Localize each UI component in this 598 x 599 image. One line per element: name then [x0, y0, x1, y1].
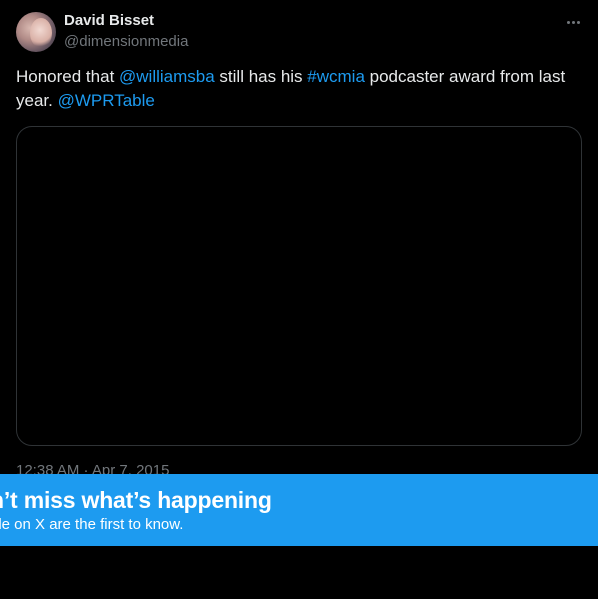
- mention-link[interactable]: @WPRTable: [58, 91, 155, 110]
- display-name[interactable]: David Bisset: [64, 12, 154, 29]
- avatar[interactable]: [16, 12, 56, 52]
- hashtag-link[interactable]: #wcmia: [307, 67, 365, 86]
- banner-subtitle: ple on X are the first to know.: [0, 516, 184, 533]
- tweet-text: Honored that @williamsba still has his #…: [16, 65, 576, 113]
- banner-title: n’t miss what’s happening: [0, 487, 272, 513]
- tweet-text-part: Honored that: [16, 67, 120, 86]
- tweet-text-part: still has his: [214, 67, 308, 86]
- user-handle[interactable]: @dimensionmedia: [64, 33, 188, 50]
- media-container[interactable]: [16, 126, 582, 446]
- more-options-icon[interactable]: [559, 12, 587, 32]
- mention-link[interactable]: @williamsba: [119, 67, 215, 86]
- signup-banner: n’t miss what’s happening ple on X are t…: [0, 474, 598, 546]
